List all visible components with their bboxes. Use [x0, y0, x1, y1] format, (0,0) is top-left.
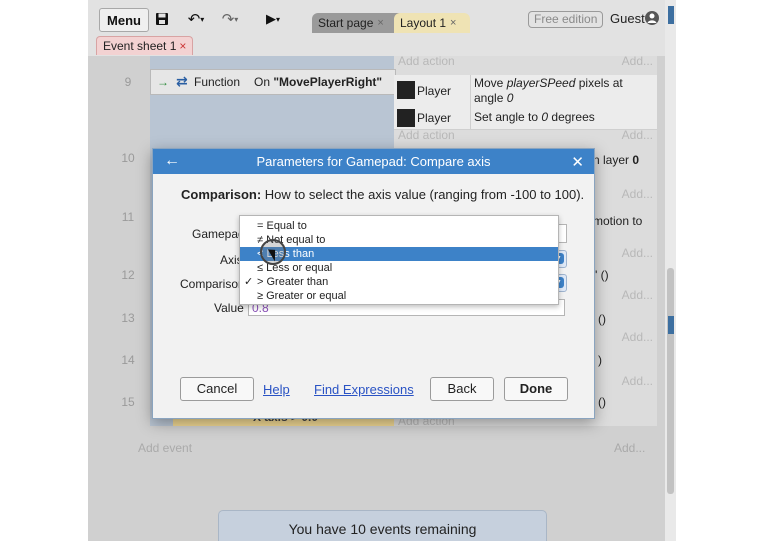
comparison-dropdown-list[interactable]: = Equal to ≠ Not equal to < Less than ≤ …	[239, 215, 559, 305]
add-more-link[interactable]: Add...	[622, 374, 653, 388]
find-expressions-link[interactable]: Find Expressions	[314, 382, 414, 397]
option-less-or-equal[interactable]: ≤ Less or equal	[240, 261, 558, 275]
tab-event-sheet-1[interactable]: Event sheet 1 ×	[96, 36, 194, 55]
tab-layout-1[interactable]: Layout 1 ×	[394, 13, 470, 33]
parameters-dialog: ← Parameters for Gamepad: Compare axis ✕…	[152, 148, 595, 419]
player-sprite-icon	[397, 109, 415, 127]
dialog-titlebar: ← Parameters for Gamepad: Compare axis ✕	[153, 149, 594, 174]
done-button[interactable]: Done	[504, 377, 568, 401]
event-number: 11	[121, 210, 135, 224]
action-row[interactable]: Player Move playerSPeed pixels at angle …	[394, 75, 657, 108]
action-text-partial: n layer 0	[593, 153, 640, 167]
chevron-down-icon[interactable]: ▾	[200, 15, 204, 24]
function-signature: On "MovePlayerRight"	[254, 75, 383, 89]
close-icon[interactable]: ✕	[571, 153, 584, 171]
event-number: 13	[121, 311, 135, 325]
redo-icon[interactable]: ↷ ▾	[218, 8, 242, 30]
add-more-link[interactable]: Add...	[622, 288, 653, 302]
action-object: Player	[417, 84, 452, 98]
event-number: 15	[121, 395, 135, 409]
tab-start-page[interactable]: Start page ×	[312, 13, 404, 33]
user-avatar-icon[interactable]	[645, 11, 659, 25]
option-not-equal-to[interactable]: ≠ Not equal to	[240, 233, 558, 247]
edition-badge[interactable]: Free edition	[528, 11, 604, 28]
close-icon[interactable]: ×	[450, 17, 456, 29]
option-equal-to[interactable]: = Equal to	[240, 219, 558, 233]
add-event-link[interactable]: Add event	[138, 441, 192, 455]
checkmark-icon: ✓	[244, 276, 254, 288]
main-toolbar: Menu ↶ ▾ ↷ ▾ ▶ ▾ Start page × Layout 1 × Fr…	[88, 0, 676, 38]
tab-label: Layout 1	[400, 16, 447, 30]
action-text-partial: motion to	[593, 214, 643, 228]
save-icon[interactable]	[151, 8, 173, 30]
option-greater-than[interactable]: ✓ > Greater than	[240, 275, 558, 289]
add-action-row[interactable]: Add action Add...	[398, 54, 657, 71]
action-text-partial: " ()	[593, 268, 609, 282]
tab-label: Event sheet 1	[103, 39, 177, 53]
chevron-down-icon[interactable]: ▾	[276, 15, 280, 24]
action-row[interactable]: Player Set angle to 0 degrees	[394, 107, 657, 130]
add-more-link[interactable]: Add...	[622, 128, 653, 142]
action-text-partial: )	[598, 353, 602, 367]
action-text: Set angle to 0 degrees	[474, 110, 595, 124]
event-number: 9	[124, 75, 132, 89]
gamepad-label: Gamepad	[192, 227, 245, 241]
parameter-description: Comparison: How to select the axis value…	[181, 187, 585, 202]
cancel-button[interactable]: Cancel	[180, 377, 254, 401]
add-more-link[interactable]: Add...	[622, 187, 653, 201]
vertical-scrollbar[interactable]	[665, 0, 676, 541]
add-more-link[interactable]: Add...	[622, 54, 653, 68]
scrollbar-thumb[interactable]	[667, 268, 674, 494]
add-action-row[interactable]: Add action Add...	[398, 128, 657, 145]
add-more-link[interactable]: Add...	[622, 330, 653, 344]
panel-tab[interactable]	[668, 6, 674, 24]
add-action-link[interactable]: Add action	[398, 128, 455, 142]
play-icon[interactable]: ▶ ▾	[264, 8, 282, 30]
help-link[interactable]: Help	[263, 382, 290, 397]
dialog-title: Parameters for Gamepad: Compare axis	[256, 154, 491, 169]
option-less-than[interactable]: < Less than	[240, 247, 558, 261]
event-number: 12	[121, 268, 135, 282]
add-action-link[interactable]: Add action	[398, 54, 455, 68]
close-icon[interactable]: ×	[377, 17, 383, 29]
add-more-link[interactable]: Add...	[614, 441, 645, 455]
chevron-down-icon[interactable]: ▾	[234, 15, 238, 24]
events-remaining-banner: You have 10 events remaining	[218, 510, 547, 541]
player-sprite-icon	[397, 81, 415, 99]
option-greater-or-equal[interactable]: ≥ Greater or equal	[240, 289, 558, 303]
action-object: Player	[417, 111, 452, 125]
divider	[470, 75, 471, 107]
function-icon: ⇄	[176, 73, 188, 89]
function-event[interactable]: → ⇄ Function On "MovePlayerRight"	[150, 69, 396, 95]
back-button[interactable]: Back	[430, 377, 494, 401]
comparison-label: Comparison	[180, 277, 245, 291]
action-text-partial: ()	[598, 312, 606, 326]
close-icon[interactable]: ×	[179, 39, 186, 53]
event-number: 14	[121, 353, 135, 367]
tab-label: Start page	[318, 16, 374, 30]
divider	[470, 107, 471, 129]
arrow-right-icon: →	[157, 75, 169, 89]
undo-icon[interactable]: ↶ ▾	[184, 8, 208, 30]
action-text: Move playerSPeed pixels at angle 0	[474, 76, 623, 105]
event-number: 10	[121, 151, 135, 165]
function-type-label: Function	[194, 75, 241, 89]
menu-button[interactable]: Menu	[99, 8, 149, 32]
add-more-link[interactable]: Add...	[622, 246, 653, 260]
action-text-partial: ()	[598, 395, 606, 409]
panel-tab[interactable]	[668, 316, 674, 334]
user-label[interactable]: Guest	[610, 11, 645, 26]
